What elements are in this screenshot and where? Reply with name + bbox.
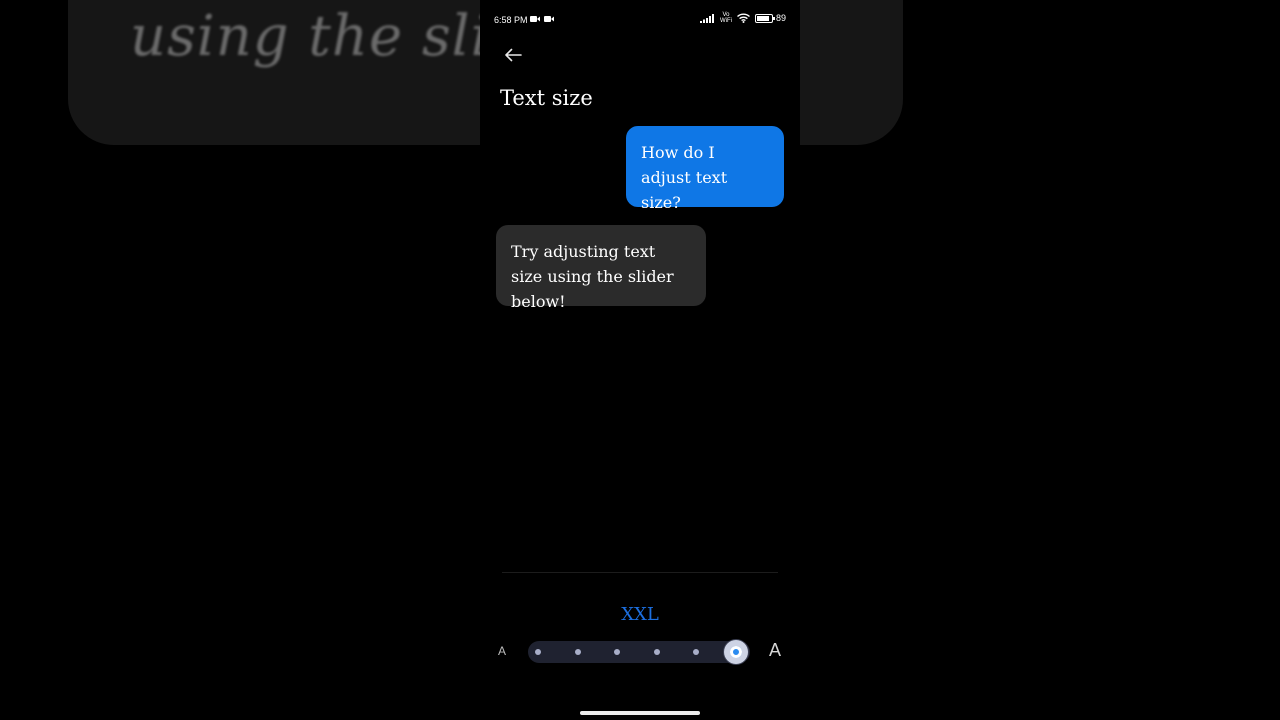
back-button[interactable] [500,44,526,66]
home-indicator[interactable] [580,711,700,715]
volte-badge: Vo WiFi [719,12,732,24]
signal-icon [699,13,714,23]
video-camera-icon [530,16,540,22]
status-bar: 6:58 PM Vo WiFi 89 [480,0,800,38]
video-camera-icon [544,16,554,22]
slider-stop[interactable] [614,649,621,655]
battery-icon [754,13,775,23]
user-message-text: How do I adjust text size? [641,143,728,212]
battery-percent: 89 [775,13,786,23]
battery-indicator: 89 [754,13,786,23]
status-time: 6:58 PM [494,15,528,25]
slider-thumb-center [730,646,742,658]
text-size-slider[interactable] [528,640,750,664]
user-message-bubble: How do I adjust text size? [626,126,784,212]
text-size-label: XXL [621,604,659,625]
slider-thumb[interactable] [724,640,748,664]
arrow-left-icon [505,48,522,62]
slider-stop[interactable] [653,649,660,655]
small-text-glyph: A [498,644,507,658]
slider-stop[interactable] [535,649,541,655]
page-title: Text size [500,86,593,110]
reply-message-text: Try adjusting text size using the slider… [511,242,674,311]
large-text-glyph: A [769,640,782,660]
slider-stop[interactable] [693,649,700,655]
wifi-icon [737,13,750,23]
status-indicators: Vo WiFi 89 [699,12,786,24]
slider-stop[interactable] [574,649,581,655]
divider [502,572,778,573]
reply-message-bubble: Try adjusting text size using the slider… [496,225,706,311]
background-zoom-text: using the sli [130,4,490,69]
phone-screen: 6:58 PM Vo WiFi 89 Text size How do I ad… [480,0,800,720]
